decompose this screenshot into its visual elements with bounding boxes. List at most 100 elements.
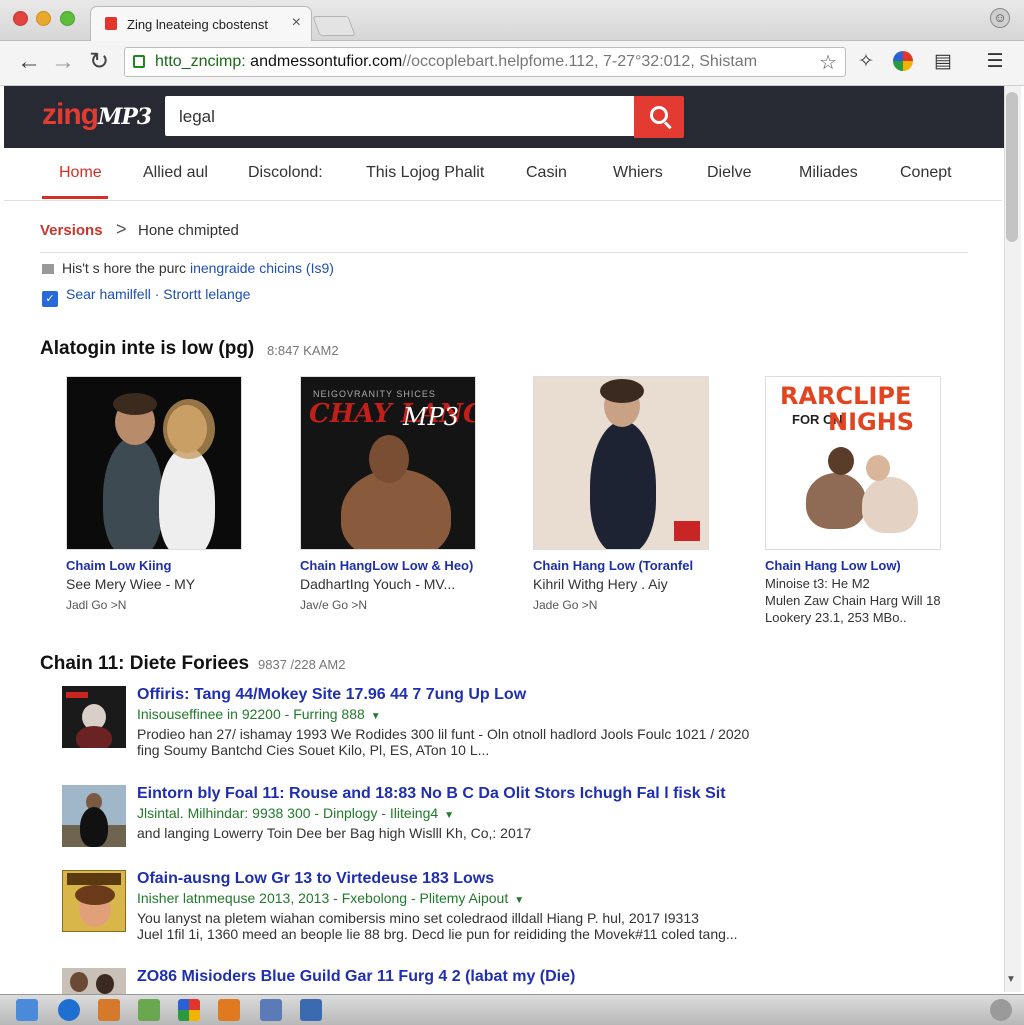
tray-icon[interactable] — [990, 999, 1012, 1021]
album-artist-2: Mulen Zaw Chain Harg Will 18 — [765, 593, 941, 608]
search-input[interactable]: legal — [165, 96, 635, 136]
dropdown-caret-icon[interactable]: ▼ — [444, 810, 454, 821]
album-cover-image[interactable] — [66, 376, 242, 550]
result-url-text: Inisouseffinee in 92200 - Furring 888 — [137, 706, 365, 722]
album-card[interactable]: Chaim Low Kiing See Mery Wiee - MY Jadl … — [66, 376, 242, 612]
tab-title: Zing lneateing cbostenst — [127, 17, 268, 32]
album-title[interactable]: Chaim Low Kiing — [66, 558, 242, 573]
album-card[interactable]: RARCLIPE FOR ON NIGHS Chain Hang Low Low… — [765, 376, 941, 625]
result-desc-line2: fing Soumy Bantchd Cies Souet Kilo, Pl, … — [137, 742, 490, 758]
start-icon[interactable] — [16, 999, 38, 1021]
album-title[interactable]: Chain Hang Low (Toranfel — [533, 558, 709, 573]
nav-item-discolond[interactable]: Discolond: — [248, 164, 323, 182]
result-url-text: Jlsintal. Milhindar: 9938 300 - Dinplogy… — [137, 805, 439, 821]
app-task-icon[interactable] — [178, 999, 200, 1021]
result-desc-line1: You lanyst na pletem wiahan comibersis m… — [137, 910, 699, 926]
result-item[interactable]: Ofain-ausng Low Gr 13 to Virtedeuse 183 … — [62, 870, 972, 942]
checkbox-icon: ✓ — [42, 291, 58, 307]
result-thumbnail[interactable] — [62, 870, 126, 932]
album-artist: Minoise t3: He M2 — [765, 576, 870, 591]
browser-task-icon[interactable] — [58, 999, 80, 1021]
album-cover-image[interactable]: RARCLIPE FOR ON NIGHS — [765, 376, 941, 550]
result-thumbnail[interactable] — [62, 968, 126, 994]
album-meta: Jadl Go >N — [66, 598, 127, 612]
result-title[interactable]: Ofain-ausng Low Gr 13 to Virtedeuse 183 … — [137, 870, 494, 888]
nav-item-whiers[interactable]: Whiers — [613, 164, 663, 182]
nav-item-allied[interactable]: Allied aul — [143, 164, 208, 182]
nav-item-this-lojog[interactable]: This Lojog Phalit — [366, 164, 484, 182]
dropdown-caret-icon[interactable]: ▼ — [514, 895, 524, 906]
menu-icon[interactable]: ☰ — [984, 51, 1006, 73]
profile-icon[interactable]: ☺ — [990, 8, 1010, 28]
album-title[interactable]: Chain Hang Low Low) — [765, 558, 941, 573]
window-task-icon-2[interactable] — [300, 999, 322, 1021]
result-thumbnail[interactable] — [62, 686, 126, 748]
browser-toolbar: ← → ↻ htto_zncimp: andmessontufior.com//… — [0, 41, 1024, 86]
window-close-button[interactable] — [13, 11, 28, 26]
result-description: Prodieo han 27/ ishamay 1993 We Rodides … — [137, 726, 749, 758]
result-item[interactable]: Offiris: Tang 44/Mokey Site 17.96 44 7 7… — [62, 686, 972, 758]
album-card[interactable]: NEIGOVRANITY SHICES CHAY LANG MP3 Chain … — [300, 376, 476, 612]
back-arrow-icon[interactable]: ← — [16, 49, 42, 75]
album-cover-image[interactable] — [533, 376, 709, 550]
section-title: Chain 11: Diete Foriees — [40, 653, 250, 674]
window-maximize-button[interactable] — [60, 11, 75, 26]
reader-icon[interactable]: ▤ — [932, 51, 954, 73]
album-title[interactable]: Chain HangLow Low & Heo) — [300, 558, 476, 573]
scrollbar-thumb[interactable] — [1006, 92, 1018, 242]
info-line-link[interactable]: inengraide chicins (Is9) — [190, 260, 334, 276]
section-title: Alatogin inte is low (pg) — [40, 338, 255, 359]
album-card[interactable]: Chain Hang Low (Toranfel Kihril Withg He… — [533, 376, 709, 612]
folder-task-icon[interactable] — [218, 999, 240, 1021]
nav-item-miliades[interactable]: Miliades — [799, 164, 858, 182]
search-suggestion-text: Sear hamilfell · Strortt lelange — [66, 286, 251, 302]
result-thumbnail[interactable] — [62, 785, 126, 847]
scroll-down-arrow-icon[interactable]: ▼ — [1006, 974, 1016, 985]
result-title[interactable]: ZO86 Misioders Blue Guild Gar 11 Furg 4 … — [137, 968, 575, 986]
browser-tab[interactable]: Zing lneateing cbostenst × — [90, 6, 312, 41]
star-icon[interactable]: ☆ — [819, 50, 837, 75]
reload-icon[interactable]: ↻ — [86, 49, 112, 75]
album-meta: Jade Go >N — [533, 598, 598, 612]
url-text[interactable]: htto_zncimp: andmessontufior.com//occopl… — [155, 53, 757, 71]
new-tab-button[interactable] — [312, 16, 356, 36]
window-task-icon[interactable] — [260, 999, 282, 1021]
tab-close-icon[interactable]: × — [292, 14, 301, 32]
section-meta: 9837 /228 AM2 — [258, 657, 346, 672]
result-description: and langing Lowerry Toin Dee ber Bag hig… — [137, 825, 531, 841]
search-input-value: legal — [179, 107, 215, 126]
search-button[interactable] — [634, 96, 684, 138]
cover-title-text: RARCLIPE — [780, 382, 912, 410]
url-path: //occoplebart.helpfome.112, 7-27°32:012,… — [402, 53, 758, 70]
cover-small-text: NEIGOVRANITY SHICES — [313, 389, 436, 399]
breadcrumb-versions[interactable]: Versions — [40, 222, 103, 239]
nav-item-home[interactable]: Home — [59, 164, 102, 182]
media-task-icon[interactable] — [98, 999, 120, 1021]
nav-item-dielve[interactable]: Dielve — [707, 164, 751, 182]
lock-icon — [133, 55, 145, 68]
nav-item-casin[interactable]: Casin — [526, 164, 567, 182]
result-url: Jlsintal. Milhindar: 9938 300 - Dinplogy… — [137, 805, 454, 821]
color-wheel-icon[interactable] — [893, 51, 915, 73]
album-cover-image[interactable]: NEIGOVRANITY SHICES CHAY LANG MP3 — [300, 376, 476, 550]
site-logo[interactable]: zingMP3 — [42, 98, 152, 132]
nav-active-indicator — [42, 196, 108, 199]
breadcrumb-current: Hone chmipted — [138, 222, 239, 239]
result-url-text: Inisher latnmequse 2013, 2013 - Fxebolon… — [137, 890, 509, 906]
result-item[interactable]: ZO86 Misioders Blue Guild Gar 11 Furg 4 … — [62, 968, 972, 994]
nav-item-conept[interactable]: Conept — [900, 164, 952, 182]
dropdown-caret-icon[interactable]: ▼ — [371, 711, 381, 722]
address-bar[interactable]: htto_zncimp: andmessontufior.com//occopl… — [124, 47, 846, 77]
window-minimize-button[interactable] — [36, 11, 51, 26]
result-desc-line1: and langing Lowerry Toin Dee ber Bag hig… — [137, 825, 532, 841]
result-title[interactable]: Offiris: Tang 44/Mokey Site 17.96 44 7 7… — [137, 686, 526, 704]
result-item[interactable]: Eintorn bly Foal 11: Rouse and 18:83 No … — [62, 785, 972, 847]
section-meta: 8:847 KAM2 — [267, 343, 339, 358]
extension-icon[interactable]: ✧ — [855, 51, 877, 73]
document-task-icon[interactable] — [138, 999, 160, 1021]
search-suggestion[interactable]: ✓ Sear hamilfell · Strortt lelange — [42, 286, 250, 307]
breadcrumb-separator-icon: > — [116, 219, 127, 239]
result-title[interactable]: Eintorn bly Foal 11: Rouse and 18:83 No … — [137, 785, 726, 803]
forward-arrow-icon[interactable]: → — [50, 49, 76, 75]
thumbs-up-icon — [42, 264, 54, 274]
